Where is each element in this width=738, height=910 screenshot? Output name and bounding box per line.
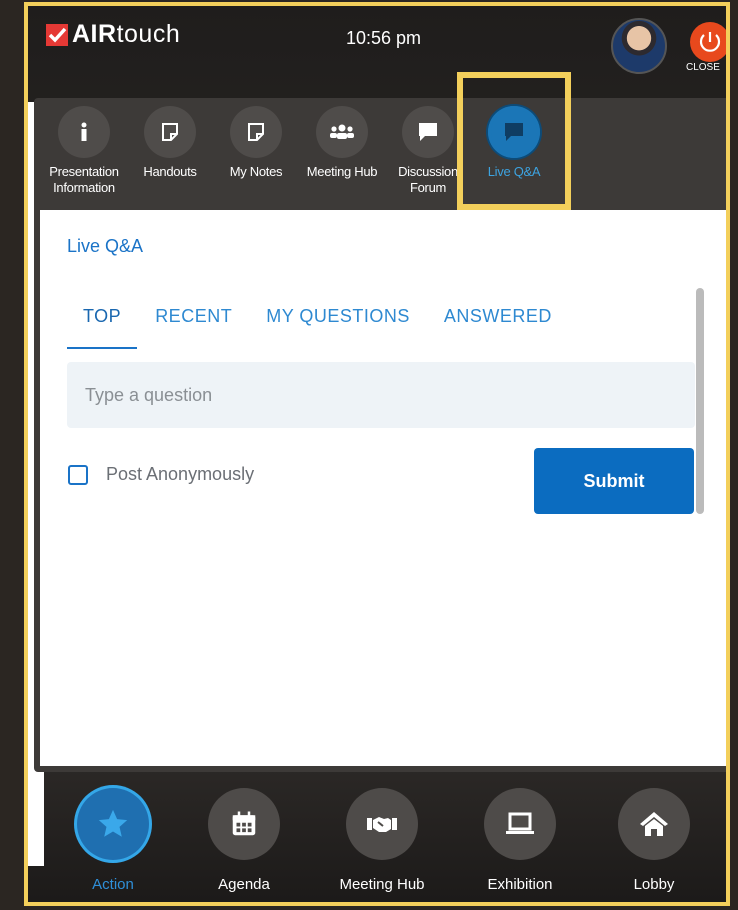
clock: 10:56 pm [346,28,422,48]
anonymous-label: Post Anonymously [106,464,255,484]
app-my-notes[interactable]: My Notes [214,106,298,180]
nav-exhibition[interactable]: Exhibition [460,788,580,893]
app-meeting-hub[interactable]: Meeting Hub [300,106,384,180]
close-label: CLOSE [686,62,720,73]
live-qa-highlight [457,72,571,210]
page-title: Live Q&A [67,236,144,256]
note-icon [144,106,196,158]
airtouch-logo: AIRtouch [46,20,180,49]
nav-agenda[interactable]: Agenda [184,788,304,893]
post-anonymously-option[interactable]: Post Anonymously [68,464,254,485]
app-frame: AIRtouch 10:56 pm CLOSE Presentation Inf… [24,2,730,906]
app-label: Handouts [143,164,197,179]
tab-recent[interactable]: RECENT [139,298,248,349]
nav-lobby[interactable]: Lobby [594,788,714,893]
brand-rest: touch [116,20,181,48]
scrollbar[interactable] [696,288,704,514]
power-icon [699,32,721,52]
nav-meeting-hub[interactable]: Meeting Hub [322,788,442,893]
nav-action[interactable]: Action [53,788,173,893]
submit-button[interactable]: Submit [534,448,694,514]
tab-answered[interactable]: ANSWERED [428,298,568,349]
nav-label: Exhibition [487,876,553,893]
bottom-nav: Action Agenda Meeting Hub Exhibition Lob… [28,780,726,902]
chat-bubble-icon [402,106,454,158]
app-toolbar: Presentation Information Handouts My Not… [34,98,726,210]
nav-label: Agenda [218,876,270,893]
app-presentation-information[interactable]: Presentation Information [42,106,126,196]
handshake-icon [346,788,418,860]
tab-my-questions[interactable]: MY QUESTIONS [250,298,426,349]
avatar[interactable] [611,18,667,74]
top-bar: AIRtouch 10:56 pm CLOSE [28,6,726,98]
brand-bold: AIR [72,20,117,48]
nav-label: Action [92,876,134,893]
close-button[interactable] [690,22,726,62]
live-qa-panel: Live Q&A TOP RECENT MY QUESTIONS ANSWERE… [40,210,726,766]
info-icon [58,106,110,158]
app-label: My Notes [229,164,283,179]
app-handouts[interactable]: Handouts [128,106,212,180]
nav-label: Lobby [633,876,675,893]
nav-label: Meeting Hub [339,876,425,893]
logo-mark-icon [46,23,68,46]
home-icon [618,788,690,860]
laptop-icon [484,788,556,860]
question-input[interactable] [67,362,695,428]
qa-tabs: TOP RECENT MY QUESTIONS ANSWERED [67,298,570,349]
app-label: Presentation Information [49,164,119,195]
app-label: Meeting Hub [306,164,378,179]
star-icon [77,788,149,860]
tab-top[interactable]: TOP [67,298,138,349]
note-icon [230,106,282,158]
people-icon [316,106,368,158]
calendar-icon [208,788,280,860]
session-panel: Presentation Information Handouts My Not… [34,98,726,772]
anonymous-checkbox[interactable] [68,464,88,485]
